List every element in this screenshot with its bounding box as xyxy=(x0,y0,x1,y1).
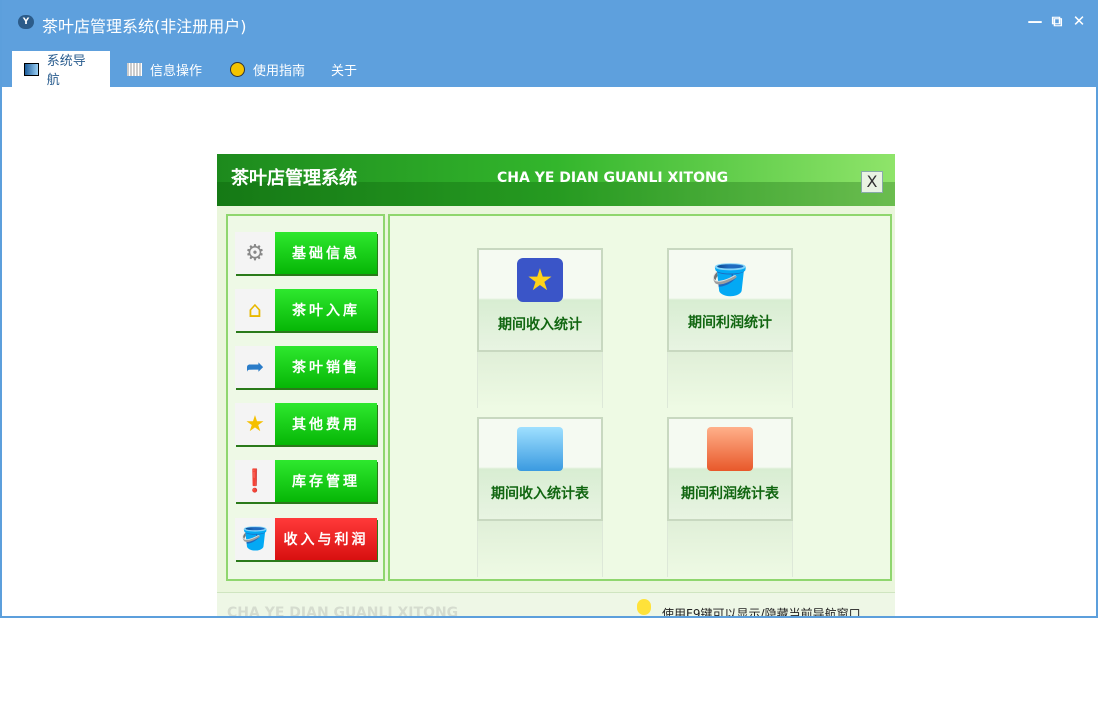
card-period-income[interactable]: ★ 期间收入统计 xyxy=(477,248,603,408)
tab-label: 关于 xyxy=(331,63,358,79)
nav-label: 库存管理 xyxy=(275,460,377,502)
left-nav: ⚙ 基础信息 ⌂ 茶叶入库 ➦ 茶叶销售 ★ 其他费用 ❗ 库存管理 🪣 收入与利润 xyxy=(226,214,385,581)
star-icon: ★ xyxy=(235,403,275,445)
minimize-button[interactable]: — xyxy=(1026,12,1044,30)
nav-label: 其他费用 xyxy=(275,403,377,445)
orange-folder-icon xyxy=(707,427,753,471)
gear-icon: ⚙ xyxy=(235,232,275,274)
nav-label: 基础信息 xyxy=(275,232,377,274)
panel-header: 茶叶店管理系统 CHA YE DIAN GUANLI XITONG X xyxy=(217,154,895,206)
nav-tea-sales[interactable]: ➦ 茶叶销售 xyxy=(235,346,377,388)
nav-label: 茶叶销售 xyxy=(275,346,377,388)
tab-label: 使用指南 xyxy=(253,63,306,79)
nav-other-expenses[interactable]: ★ 其他费用 xyxy=(235,403,377,445)
panel-footer: CHA YE DIAN GUANLI XITONG 使用F9键可以显示/隐藏当前… xyxy=(217,592,895,616)
tab-label: 信息操作 xyxy=(150,63,203,79)
tab-user-guide[interactable]: 使用指南 xyxy=(218,51,317,87)
panel-title: 茶叶店管理系统 xyxy=(231,168,357,189)
app-logo-icon: Y xyxy=(18,15,34,29)
window-title: 茶叶店管理系统(非注册用户) xyxy=(42,17,247,36)
help-icon xyxy=(230,61,245,77)
close-button[interactable]: ✕ xyxy=(1070,12,1088,30)
footer-subtitle: CHA YE DIAN GUANLI XITONG xyxy=(227,605,459,616)
title-bar: Y 茶叶店管理系统(非注册用户) — ⧉ ✕ xyxy=(2,0,1098,44)
nav-label: 收入与利润 xyxy=(275,518,377,560)
alert-monitor-icon: ❗ xyxy=(235,460,275,502)
card-label: 期间利润统计 xyxy=(688,315,772,331)
house-icon: ⌂ xyxy=(235,289,275,331)
star-icon: ★ xyxy=(517,258,563,302)
card-period-income-report[interactable]: 期间收入统计表 xyxy=(477,417,603,577)
panel-close-button[interactable]: X xyxy=(861,171,883,193)
lightbulb-icon xyxy=(637,599,651,615)
nav-tea-stock-in[interactable]: ⌂ 茶叶入库 xyxy=(235,289,377,331)
tab-bar: 系统导航 信息操作 使用指南 关于 xyxy=(2,44,1098,88)
nav-panel: 茶叶店管理系统 CHA YE DIAN GUANLI XITONG X ⚙ 基础信… xyxy=(217,154,895,616)
nav-inventory[interactable]: ❗ 库存管理 xyxy=(235,460,377,502)
card-period-profit-report[interactable]: 期间利润统计表 xyxy=(667,417,793,577)
card-label: 期间利润统计表 xyxy=(681,486,779,502)
panel-subtitle: CHA YE DIAN GUANLI XITONG xyxy=(497,170,729,186)
card-label: 期间收入统计表 xyxy=(491,486,589,502)
nav-label: 茶叶入库 xyxy=(275,289,377,331)
tab-info-ops[interactable]: 信息操作 xyxy=(115,51,214,87)
restore-button[interactable]: ⧉ xyxy=(1048,12,1066,30)
bucket-icon: 🪣 xyxy=(235,518,275,560)
arrow-icon: ➦ xyxy=(235,346,275,388)
footer-tip: 使用F9键可以显示/隐藏当前导航窗口 xyxy=(662,607,861,616)
nav-income-profit[interactable]: 🪣 收入与利润 xyxy=(235,518,377,560)
bucket-icon: 🪣 xyxy=(711,262,749,298)
card-label: 期间收入统计 xyxy=(498,317,582,333)
tab-system-nav[interactable]: 系统导航 xyxy=(12,51,110,88)
grid-icon xyxy=(127,62,142,76)
app-window: Y 茶叶店管理系统(非注册用户) — ⧉ ✕ 系统导航 信息操作 使用指南 关于… xyxy=(0,0,1098,618)
main-area: ★ 期间收入统计 🪣 期间利润统计 期间收入统计表 期间利润统计表 xyxy=(388,214,892,581)
blue-folder-icon xyxy=(517,427,563,471)
nav-basic-info[interactable]: ⚙ 基础信息 xyxy=(235,232,377,274)
card-period-profit[interactable]: 🪣 期间利润统计 xyxy=(667,248,793,408)
tab-about[interactable]: 关于 xyxy=(319,51,369,87)
tab-label: 系统导航 xyxy=(46,54,86,88)
monitor-icon xyxy=(24,62,39,76)
